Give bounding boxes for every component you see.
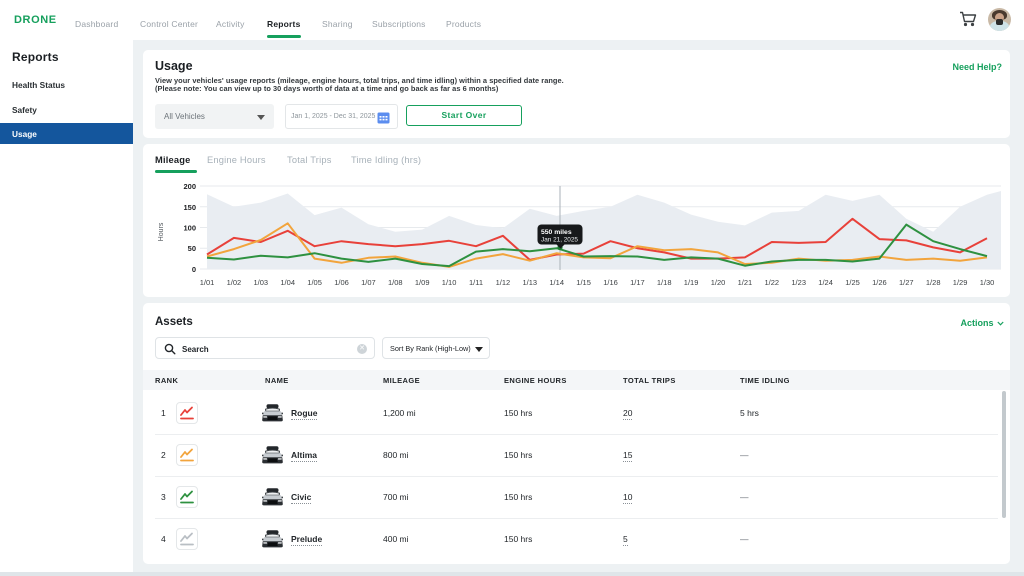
svg-text:1/10: 1/10 [442,278,457,287]
svg-text:1/20: 1/20 [711,278,726,287]
svg-text:150: 150 [183,203,196,212]
svg-text:1/18: 1/18 [657,278,672,287]
svg-text:1/19: 1/19 [684,278,699,287]
svg-text:1/17: 1/17 [630,278,645,287]
svg-text:1/23: 1/23 [791,278,806,287]
svg-text:1/12: 1/12 [496,278,511,287]
svg-text:1/09: 1/09 [415,278,430,287]
svg-text:1/04: 1/04 [280,278,295,287]
svg-text:Jan 21, 2025: Jan 21, 2025 [541,237,578,244]
svg-text:1/27: 1/27 [899,278,914,287]
svg-text:1/30: 1/30 [980,278,995,287]
svg-text:550 miles: 550 miles [541,229,572,236]
svg-text:1/25: 1/25 [845,278,860,287]
svg-text:1/13: 1/13 [522,278,537,287]
svg-text:0: 0 [192,265,196,274]
svg-text:1/14: 1/14 [549,278,564,287]
svg-text:1/05: 1/05 [307,278,322,287]
svg-text:1/22: 1/22 [764,278,779,287]
svg-text:1/06: 1/06 [334,278,349,287]
svg-text:1/28: 1/28 [926,278,941,287]
svg-text:1/07: 1/07 [361,278,376,287]
svg-text:1/01: 1/01 [200,278,215,287]
svg-text:100: 100 [183,224,196,233]
svg-text:Hours: Hours [158,222,165,241]
svg-text:1/26: 1/26 [872,278,887,287]
svg-text:200: 200 [183,182,196,191]
svg-text:1/21: 1/21 [738,278,753,287]
svg-text:1/29: 1/29 [953,278,968,287]
svg-text:1/08: 1/08 [388,278,403,287]
svg-text:1/24: 1/24 [818,278,833,287]
svg-text:1/15: 1/15 [576,278,591,287]
svg-text:1/03: 1/03 [253,278,268,287]
svg-text:1/16: 1/16 [603,278,618,287]
svg-text:50: 50 [188,244,196,253]
svg-text:1/11: 1/11 [469,278,483,287]
svg-text:1/02: 1/02 [227,278,242,287]
